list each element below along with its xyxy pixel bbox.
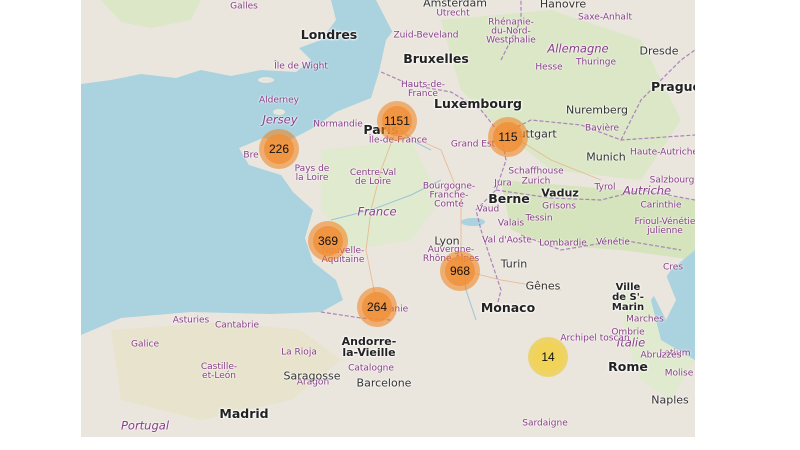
- marker-cluster-lyon[interactable]: 968: [440, 251, 480, 291]
- region-label-cres: Cres: [662, 262, 684, 273]
- cluster-count: 115: [493, 122, 523, 152]
- country-label-jersey: Jersey: [262, 112, 298, 127]
- region-label-haute-autriche: Haute-Autriche: [630, 147, 695, 158]
- city-label-andorre: Andorre- la-Vieille: [341, 335, 397, 359]
- region-label-venetie: Vénétie: [596, 237, 630, 248]
- region-label-molise: Molise: [664, 368, 694, 379]
- town-label-lyon: Lyon: [434, 234, 460, 248]
- region-label-vaud: Vaud: [476, 204, 500, 215]
- town-label-munich: Munich: [586, 150, 626, 164]
- cluster-count: 264: [362, 292, 392, 322]
- town-label-turin: Turin: [500, 257, 528, 271]
- region-label-castille: Castille- et-León: [200, 362, 238, 381]
- region-label-ombrie: Ombrie: [611, 327, 645, 338]
- region-label-catalogne: Catalogne: [348, 363, 394, 374]
- country-label-portugal: Portugal: [120, 418, 170, 433]
- region-label-jura: Jura: [494, 178, 512, 189]
- marker-cluster-stuttgart[interactable]: 115: [488, 117, 528, 157]
- country-label-allemagne: Allemagne: [547, 41, 609, 56]
- town-label-naples: Naples: [651, 393, 689, 407]
- region-label-marches: Marches: [626, 314, 664, 325]
- country-label-autriche: Autriche: [622, 183, 672, 198]
- town-label-hanovre: Hanovre: [539, 0, 587, 11]
- region-label-valais: Valais: [497, 218, 525, 229]
- marker-cluster-aquitaine[interactable]: 369: [308, 221, 348, 261]
- city-label-madrid: Madrid: [219, 405, 269, 421]
- region-label-rhenanie: Rhénanie- du-Nord- Westphalie: [486, 17, 536, 46]
- region-label-carinthie: Carinthie: [640, 200, 682, 211]
- region-label-la-rioja: La Rioja: [281, 347, 317, 358]
- town-label-amsterdam: Amsterdam: [423, 0, 487, 10]
- region-label-salzbourg: Salzbourg: [649, 175, 695, 186]
- cluster-count: 369: [313, 226, 343, 256]
- city-label-bruxelles: Bruxelles: [403, 50, 469, 66]
- cluster-count: 226: [264, 134, 294, 164]
- marker-cluster-toulouse[interactable]: 264: [357, 287, 397, 327]
- region-label-asturies: Asturies: [172, 315, 210, 326]
- map-viewport[interactable]: Jersey France Allemagne Autriche Italie …: [81, 0, 695, 437]
- region-label-tessin: Tessin: [525, 213, 553, 224]
- region-label-schaffhouse: Schaffhouse: [508, 166, 564, 177]
- cluster-count: 1151: [382, 106, 412, 136]
- town-label-genes: Gênes: [525, 279, 561, 293]
- region-label-saxe-anhalt: Saxe-Anhalt: [578, 12, 632, 23]
- region-label-bourgogne: Bourgogne- Franche- Comté: [422, 181, 476, 210]
- region-label-bretagne: Bre: [243, 150, 259, 161]
- city-label-ville-de-st-marin: Ville de S'- Marin: [611, 282, 645, 313]
- region-label-centre-val-de-loire: Centre-Val de Loire: [349, 168, 397, 187]
- cluster-count: 968: [445, 256, 475, 286]
- region-label-pays-de-la-loire: Pays de la Loire: [294, 164, 330, 183]
- town-label-barcelone: Barcelone: [356, 376, 412, 390]
- city-label-londres: Londres: [300, 26, 358, 42]
- region-label-normandie: Normandie: [313, 119, 363, 130]
- town-label-saragosse: Saragosse: [283, 369, 341, 383]
- region-label-hesse: Hesse: [535, 62, 563, 73]
- city-label-rome: Rome: [608, 358, 648, 374]
- region-label-tyrol: Tyrol: [594, 182, 616, 193]
- region-label-val-daoste: Val d'Aoste: [482, 235, 532, 246]
- region-label-lombardie: Lombardie: [539, 238, 587, 249]
- region-label-zuid-beveland: Zuid-Beveland: [393, 30, 459, 41]
- region-label-alderney: Alderney: [258, 95, 300, 106]
- region-label-utrecht: Utrecht: [436, 8, 470, 19]
- region-label-cantabrie: Cantabrie: [215, 320, 259, 331]
- city-label-monaco: Monaco: [480, 299, 536, 315]
- cluster-count: 14: [533, 342, 563, 372]
- region-label-frioul: Frioul-Vénétie julienne: [634, 217, 695, 236]
- region-label-galles: Galles: [230, 1, 258, 12]
- city-label-prague: Prague: [650, 78, 695, 94]
- marker-cluster-bretagne[interactable]: 226: [259, 129, 299, 169]
- region-label-ile-de-wight: Île de Wight: [274, 61, 328, 72]
- region-label-thuringe: Thuringe: [575, 57, 617, 68]
- region-label-baviere: Bavière: [584, 123, 620, 134]
- town-label-nuremberg: Nuremberg: [565, 103, 629, 117]
- region-label-galice: Galice: [131, 339, 159, 350]
- town-label-dresde: Dresde: [639, 44, 679, 58]
- country-label-france: France: [357, 204, 397, 219]
- city-label-vaduz: Vaduz: [541, 186, 579, 200]
- region-label-sardaigne: Sardaigne: [522, 418, 568, 429]
- marker-cluster-corse[interactable]: 14: [528, 337, 568, 377]
- city-label-luxembourg: Luxembourg: [434, 95, 522, 111]
- region-label-grisons: Grisons: [542, 201, 576, 212]
- city-label-berne: Berne: [488, 190, 530, 206]
- region-label-zurich: Zurich: [521, 176, 551, 187]
- marker-cluster-paris[interactable]: 1151: [377, 101, 417, 141]
